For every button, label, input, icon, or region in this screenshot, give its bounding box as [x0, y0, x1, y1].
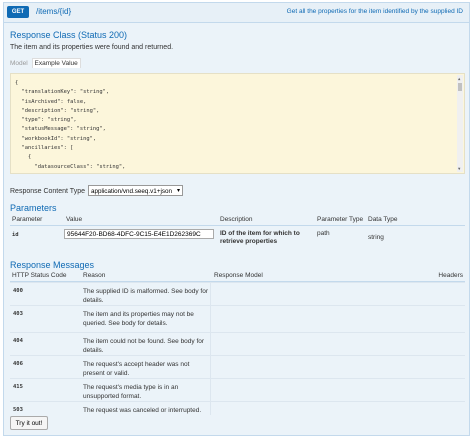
- col-header: Data Type: [368, 216, 398, 223]
- response-model-cell: [210, 356, 311, 379]
- code-line: {: [15, 80, 19, 86]
- status-code: 403: [13, 311, 23, 317]
- parameter-data-type: string: [368, 234, 384, 241]
- response-model-cell: [210, 379, 311, 402]
- code-line: "translationKey": "string",: [15, 89, 110, 96]
- status-code: 400: [13, 288, 23, 294]
- code-line: "description": "string",: [15, 107, 100, 114]
- operation-heading[interactable]: GET /items/{id} Get all the properties f…: [4, 3, 469, 23]
- example-value-code[interactable]: { "translationKey": "string", "isArchive…: [10, 73, 465, 174]
- scrollbar-thumb[interactable]: [458, 83, 462, 91]
- parameter-type: path: [317, 230, 330, 237]
- col-header: HTTP Status Code: [12, 272, 67, 279]
- status-reason: The supplied ID is malformed. See body f…: [83, 288, 209, 304]
- code-line: {: [15, 154, 32, 161]
- code-line: "datasourceClass": "string",: [15, 163, 126, 170]
- content-type-select[interactable]: application/vnd.seeq.v1+json ▾: [88, 185, 183, 196]
- response-model-cell: [210, 333, 311, 356]
- response-class-title: Response Class (Status 200): [10, 30, 128, 40]
- response-row: 403 The item and its properties may not …: [10, 305, 465, 333]
- chevron-down-icon: ▾: [176, 188, 180, 194]
- status-code: 404: [13, 338, 23, 344]
- code-line: "isArchived": false,: [15, 98, 87, 105]
- response-model-cell: [210, 306, 311, 333]
- scroll-up-icon[interactable]: ▲: [458, 76, 460, 81]
- operation-content: Response Class (Status 200) The item and…: [4, 23, 469, 435]
- status-code: 415: [13, 384, 23, 390]
- response-row: 406 The request's accept header was not …: [10, 355, 465, 379]
- col-header: Value: [66, 216, 83, 223]
- code-scrollbar[interactable]: ▲ ▼: [457, 75, 463, 172]
- operation-panel: GET /items/{id} Get all the properties f…: [3, 2, 470, 436]
- response-row: 503 The request was canceled or interrup…: [10, 401, 465, 415]
- parameter-id-input[interactable]: 95644F20-BD68-4DFC-9C15-E4E1D262369C: [64, 229, 214, 239]
- col-header: Response Model: [214, 272, 263, 279]
- tab-example-value[interactable]: Example Value: [31, 58, 81, 68]
- code-line: "statusMessage": "string",: [15, 126, 106, 133]
- status-reason: The request's accept header was not pres…: [83, 361, 190, 377]
- code-line: "workbookId": "string",: [15, 135, 97, 142]
- endpoint-path[interactable]: /items/{id}: [36, 7, 71, 16]
- col-header: Parameter: [12, 216, 43, 223]
- status-reason: The item could not be found. See body fo…: [83, 338, 205, 354]
- parameter-description: ID of the item for which to retrieve pro…: [220, 230, 300, 245]
- response-row: 404 The item could not be found. See bod…: [10, 332, 465, 356]
- content-type-selected: application/vnd.seeq.v1+json: [91, 188, 173, 195]
- code-line: "ancillaries": [: [15, 145, 74, 152]
- tab-model[interactable]: Model: [10, 60, 28, 67]
- col-header: Headers: [438, 272, 463, 279]
- try-it-out-button[interactable]: Try it out!: [10, 416, 48, 430]
- model-tabs: Model Example Value: [10, 58, 83, 68]
- content-type-label: Response Content Type: [10, 188, 85, 195]
- status-code: 503: [13, 407, 23, 413]
- endpoint-summary[interactable]: Get all the properties for the item iden…: [287, 8, 463, 15]
- parameter-name: id: [12, 232, 19, 238]
- col-header: Parameter Type: [317, 216, 364, 223]
- parameters-title: Parameters: [10, 203, 57, 213]
- status-reason: The request's media type is in an unsupp…: [83, 384, 179, 400]
- response-model-cell: [210, 402, 311, 415]
- status-reason: The request was canceled or interrupted.: [83, 407, 202, 414]
- parameter-row: id 95644F20-BD68-4DFC-9C15-E4E1D262369C …: [10, 225, 465, 247]
- response-class-description: The item and its properties were found a…: [10, 44, 174, 51]
- col-header: Description: [220, 216, 253, 223]
- response-model-cell: [210, 283, 311, 306]
- scroll-down-icon[interactable]: ▼: [458, 166, 460, 171]
- response-messages-title: Response Messages: [10, 260, 95, 270]
- response-row: 415 The request's media type is in an un…: [10, 378, 465, 402]
- response-messages-header: HTTP Status Code Reason Response Model H…: [10, 271, 465, 282]
- http-method-badge[interactable]: GET: [7, 6, 29, 18]
- col-header: Reason: [83, 272, 106, 279]
- status-reason: The item and its properties may not be q…: [83, 311, 194, 327]
- code-line: "type": "string",: [15, 117, 77, 124]
- response-row: 400 The supplied ID is malformed. See bo…: [10, 282, 465, 306]
- status-code: 406: [13, 361, 23, 367]
